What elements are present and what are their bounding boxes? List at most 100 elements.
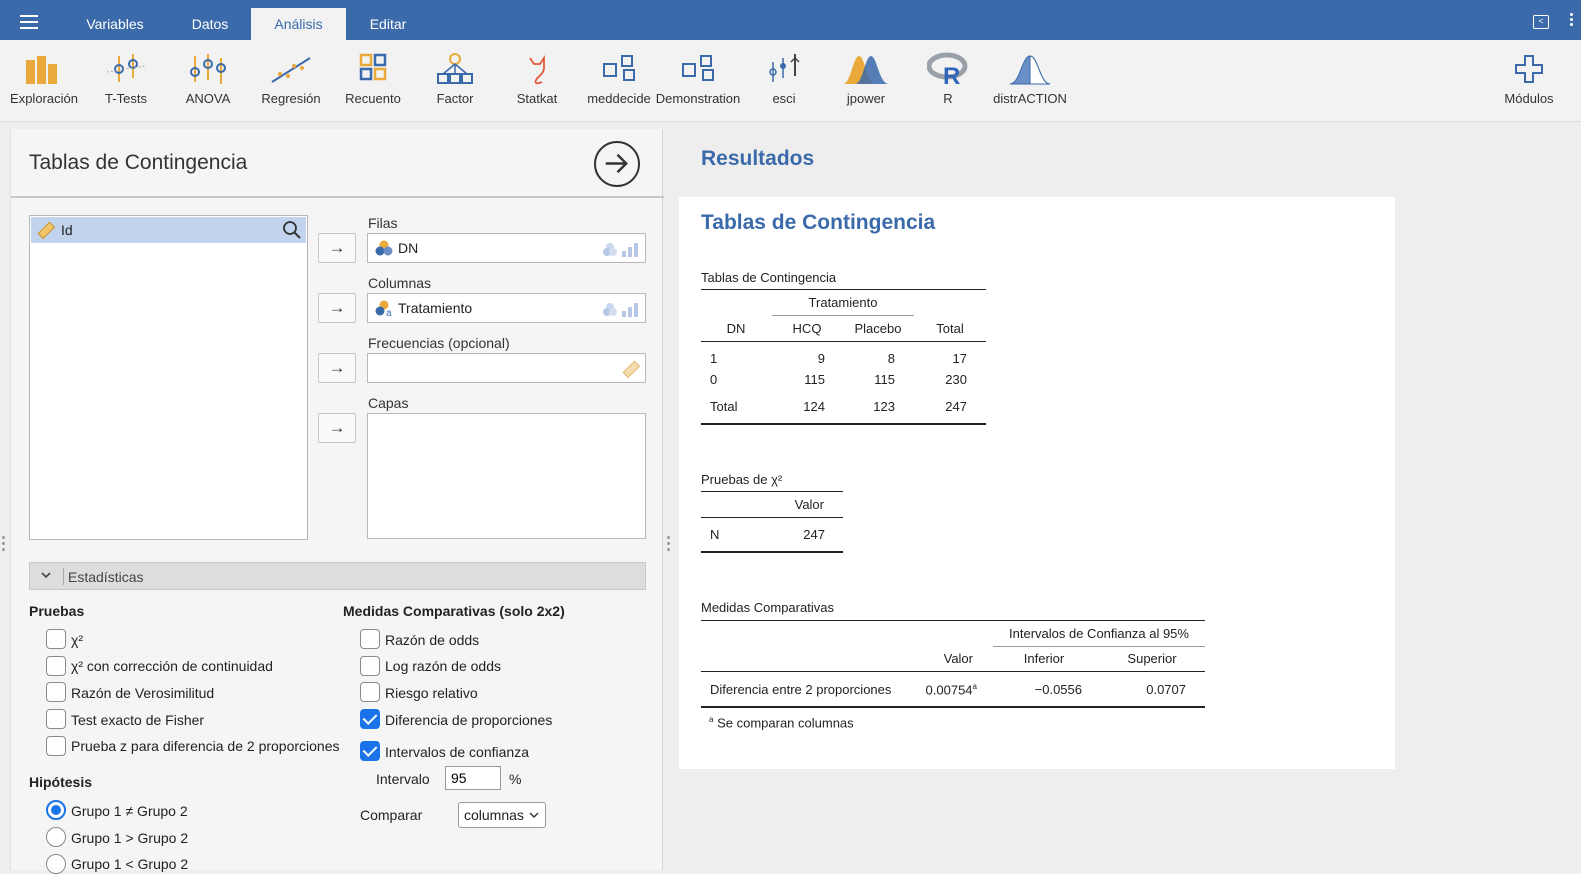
table-top-rule (701, 620, 1205, 621)
ribbon-exploracion[interactable]: Exploración (4, 52, 84, 112)
header-divider (63, 568, 64, 585)
variable-list[interactable]: Id (29, 215, 308, 540)
contingency-caption: Tablas de Contingencia (701, 270, 837, 285)
log-odds-ratio-label: Log razón de odds (385, 658, 501, 674)
table-bottom-rule (701, 551, 843, 553)
ribbon-meddecide[interactable]: meddecide (586, 52, 652, 112)
col-header-total: Total (936, 321, 964, 336)
more-options-icon[interactable] (1570, 13, 1573, 28)
ribbon-demonstration[interactable]: Demonstration (654, 52, 742, 112)
table-cell: Total (710, 399, 738, 414)
hypothesis-not-equal-label: Grupo 1 ≠ Grupo 2 (71, 803, 188, 819)
chi-col-valor: Valor (794, 497, 824, 512)
columns-box[interactable]: a Tratamiento (367, 293, 646, 323)
likelihood-ratio-label: Razón de Verosimilitud (71, 685, 215, 701)
title-divider (11, 196, 664, 198)
distraction-icon (1009, 55, 1051, 85)
hypothesis-not-equal-radio[interactable] (46, 800, 66, 820)
layers-label: Capas (368, 395, 409, 411)
odds-ratio-label: Razón de odds (385, 632, 480, 648)
tab-variables[interactable]: Variables (68, 8, 162, 40)
chi-caption: Pruebas de χ² (701, 472, 783, 487)
span-header-tratamiento: Tratamiento (808, 295, 878, 310)
panel-resize-handle[interactable] (667, 536, 671, 554)
relative-risk-label: Riesgo relativo (385, 685, 478, 701)
relative-risk-checkbox[interactable] (360, 682, 380, 702)
fisher-exact-checkbox[interactable] (46, 709, 66, 729)
factor-icon (437, 53, 473, 84)
frequencies-label: Frecuencias (opcional) (368, 335, 510, 351)
results-title: Tablas de Contingencia (701, 211, 936, 234)
move-to-frequencies-button[interactable]: → (318, 353, 356, 383)
ribbon-regresion[interactable]: Regresión (256, 52, 326, 112)
allowed-types-icon (603, 243, 638, 257)
likelihood-ratio-checkbox[interactable] (46, 682, 66, 702)
chi-squared-checkbox[interactable] (46, 629, 66, 649)
arrow-right-icon (605, 153, 628, 174)
hypothesis-less-radio[interactable] (46, 854, 66, 874)
rows-label: Filas (368, 215, 398, 231)
odds-ratio-checkbox[interactable] (360, 629, 380, 649)
interval-input[interactable] (445, 766, 501, 790)
ribbon-r[interactable]: R R (924, 52, 972, 112)
move-to-layers-button[interactable]: → (318, 413, 356, 443)
ribbon-ttests[interactable]: T-Tests (96, 52, 156, 112)
table-cell: 8 (887, 351, 895, 366)
move-to-columns-button[interactable]: → (318, 293, 356, 323)
tab-analisis[interactable]: Análisis (251, 8, 346, 40)
table-cell: 124 (803, 399, 825, 414)
tests-group-title: Pruebas (29, 603, 85, 619)
meddecide-icon (603, 55, 635, 81)
log-odds-ratio-checkbox[interactable] (360, 656, 380, 676)
collapse-results-icon[interactable]: < (1533, 15, 1549, 29)
chi-row-label: N (710, 527, 720, 542)
frequencies-box[interactable] (367, 353, 646, 383)
plus-icon (1515, 55, 1543, 83)
run-analysis-button[interactable] (594, 141, 640, 187)
difference-proportions-checkbox[interactable] (360, 709, 380, 729)
ribbon-jpower[interactable]: jpower (838, 52, 894, 112)
move-to-rows-button[interactable]: → (318, 233, 356, 263)
header-bottom-rule (701, 517, 843, 518)
confidence-intervals-checkbox[interactable] (360, 741, 380, 761)
nominal-text-variable-icon: a (375, 300, 392, 317)
table-cell: 115 (804, 372, 825, 387)
table-bottom-rule (701, 423, 986, 425)
left-resize-handle[interactable] (2, 536, 6, 554)
col-header-placebo: Placebo (854, 321, 902, 336)
hypothesis-greater-label: Grupo 1 > Grupo 2 (71, 830, 189, 846)
ci-span-header: Intervalos de Confianza al 95% (1009, 626, 1189, 641)
table-top-rule (701, 491, 843, 492)
z-test-checkbox[interactable] (46, 736, 66, 756)
compare-select[interactable]: columnas (458, 802, 546, 828)
variable-item-id[interactable]: Id (31, 217, 306, 243)
ribbon-distraction[interactable]: distrACTION (990, 52, 1070, 112)
tab-editar[interactable]: Editar (352, 8, 424, 40)
esci-icon (769, 54, 800, 82)
rows-box[interactable]: DN (367, 233, 646, 263)
fisher-exact-label: Test exacto de Fisher (71, 712, 205, 728)
anova-icon (190, 54, 226, 84)
table-top-rule (701, 289, 986, 290)
hypothesis-greater-radio[interactable] (46, 827, 66, 847)
ribbon-modules[interactable]: Módulos (1496, 52, 1562, 112)
ribbon-anova[interactable]: ANOVA (178, 52, 238, 112)
search-icon[interactable] (282, 220, 302, 240)
chi-squared-continuity-checkbox[interactable] (46, 656, 66, 676)
confidence-intervals-label: Intervalos de confianza (385, 744, 529, 760)
chi-squared-label: χ² (71, 632, 84, 648)
chi-row-value: 247 (803, 527, 825, 542)
layers-box[interactable] (367, 413, 646, 539)
ribbon-factor[interactable]: Factor (426, 52, 484, 112)
comp-row-lower: −0.0556 (1034, 682, 1082, 697)
allowed-types-icon (603, 303, 638, 317)
ribbon-recuento[interactable]: Recuento (340, 52, 406, 112)
ribbon-esci[interactable]: esci (760, 52, 808, 112)
span-header-rule (772, 315, 914, 316)
menu-icon[interactable] (20, 15, 38, 29)
comp-col-inferior: Inferior (1023, 651, 1065, 666)
ribbon-statkat[interactable]: Statkat (510, 52, 564, 112)
analysis-title: Tablas de Contingencia (29, 151, 248, 174)
tab-datos[interactable]: Datos (172, 8, 248, 40)
statistics-section-header[interactable]: Estadísticas (29, 562, 646, 590)
